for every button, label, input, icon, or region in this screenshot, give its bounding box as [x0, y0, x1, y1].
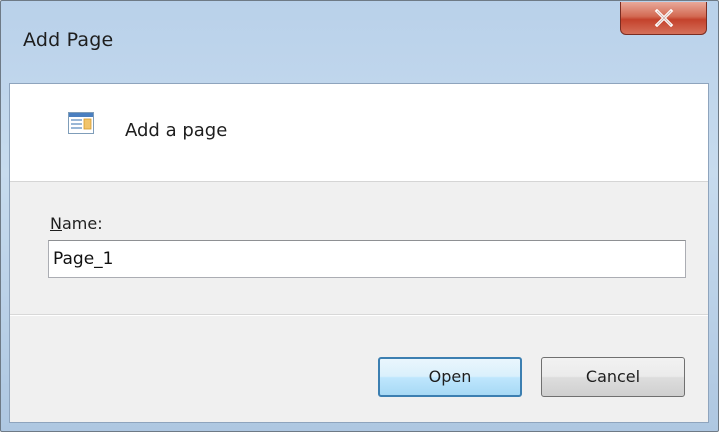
- dialog-header: Add a page: [10, 84, 708, 182]
- close-icon: [654, 9, 674, 27]
- title-bar[interactable]: Add Page: [1, 1, 718, 83]
- header-text: Add a page: [125, 120, 228, 141]
- add-page-dialog: Add Page Add a page Name: Open: [0, 0, 719, 432]
- name-label-accelerator: N: [50, 214, 62, 233]
- open-button[interactable]: Open: [378, 357, 522, 397]
- page-icon: [68, 112, 94, 134]
- name-label-text: ame:: [61, 214, 103, 233]
- name-label: Name:: [50, 214, 103, 233]
- dialog-client-area: Add a page Name: Open Cancel: [9, 83, 709, 423]
- dialog-body: Name: Open Cancel: [10, 182, 708, 422]
- button-separator: [10, 314, 708, 316]
- window-title: Add Page: [23, 29, 114, 51]
- name-input[interactable]: [48, 240, 686, 278]
- cancel-button[interactable]: Cancel: [541, 357, 685, 397]
- close-button[interactable]: [620, 2, 707, 35]
